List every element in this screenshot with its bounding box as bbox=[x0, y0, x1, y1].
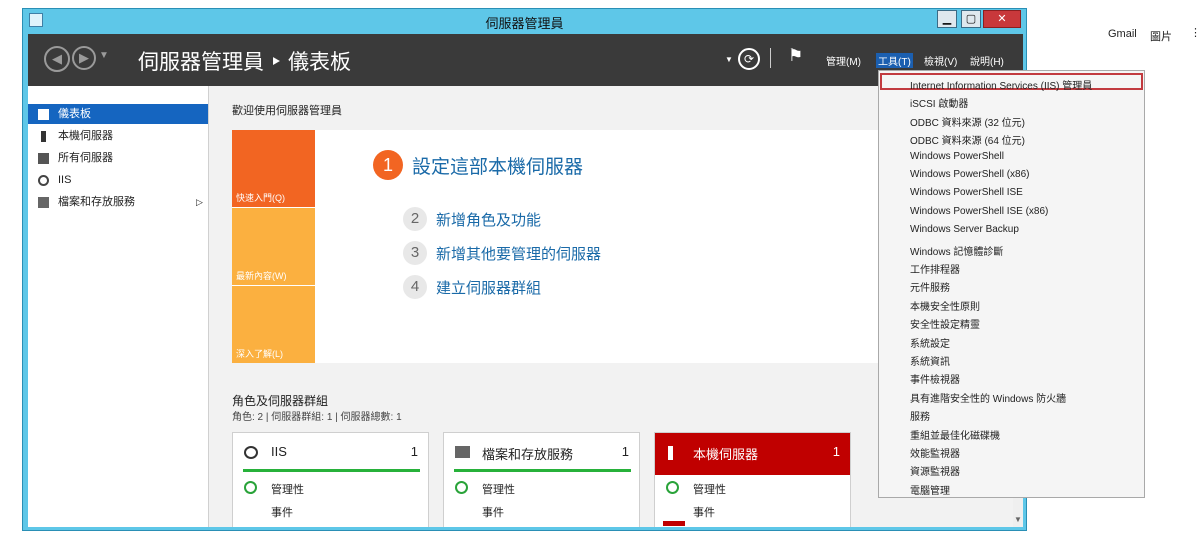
menu-help[interactable]: 說明(H) bbox=[970, 53, 1004, 68]
card-iis[interactable]: IIS 1 管理性 事件 bbox=[232, 432, 429, 527]
breadcrumb: 伺服器管理員 ‣ 儀表板 bbox=[138, 51, 352, 74]
welcome-heading: 歡迎使用伺服器管理員 bbox=[232, 105, 342, 117]
roles-heading: 角色及伺服器群組 bbox=[232, 394, 329, 408]
menu-view[interactable]: 檢視(V) bbox=[924, 53, 957, 68]
tools-dropdown-menu: Internet Information Services (IIS) 管理員 i… bbox=[878, 70, 1145, 498]
tools-menu-item[interactable]: Windows PowerShell (x86) bbox=[910, 169, 1030, 180]
step-create-group[interactable]: 建立伺服器群組 bbox=[436, 277, 541, 298]
step-number: 2 bbox=[403, 207, 427, 231]
minimize-button[interactable]: ▁ bbox=[937, 10, 957, 28]
back-icon[interactable]: ◀ bbox=[44, 46, 70, 72]
iis-icon bbox=[38, 175, 49, 186]
tools-menu-item[interactable]: 元件服務 bbox=[910, 279, 950, 294]
apps-grid-icon[interactable]: ⋮ bbox=[1190, 26, 1200, 40]
tools-menu-item[interactable]: 電腦管理 bbox=[910, 482, 950, 497]
tools-menu-item[interactable]: 事件檢視器 bbox=[910, 371, 960, 386]
tools-menu-item[interactable]: 本機安全性原則 bbox=[910, 298, 980, 313]
tools-menu-item[interactable]: ODBC 資料來源 (64 位元) bbox=[910, 132, 1025, 147]
iis-icon bbox=[244, 446, 258, 459]
servers-icon bbox=[38, 153, 49, 164]
notification-flag-icon[interactable]: ⚑ bbox=[788, 46, 803, 66]
menu-tools[interactable]: 工具(T) bbox=[876, 53, 913, 68]
tile-quick-start[interactable]: 快速入門(Q) bbox=[232, 130, 315, 207]
tools-menu-item[interactable]: 安全性設定精靈 bbox=[910, 316, 980, 331]
file-storage-icon bbox=[38, 197, 49, 208]
history-dropdown-icon[interactable]: ▼ bbox=[99, 50, 109, 61]
header-bar: ◀ ▶ ▼ 伺服器管理員 ‣ 儀表板 ▼ ⟳ ⚑ 管理(M) 工具(T) 檢視(… bbox=[28, 34, 1023, 86]
step-number: 1 bbox=[373, 150, 403, 180]
tools-menu-item[interactable]: iSCSI 啟動器 bbox=[910, 95, 968, 110]
tools-menu-item[interactable]: 工作排程器 bbox=[910, 261, 960, 276]
menu-manage[interactable]: 管理(M) bbox=[826, 53, 861, 68]
server-icon bbox=[41, 131, 46, 142]
scroll-down-icon[interactable]: ▼ bbox=[1013, 515, 1023, 527]
sidebar-item-dashboard[interactable]: 儀表板 bbox=[28, 104, 208, 124]
sidebar-item-iis[interactable]: IIS bbox=[28, 170, 208, 190]
tools-menu-item[interactable]: Internet Information Services (IIS) 管理員 bbox=[910, 77, 1092, 92]
sidebar-item-file-storage[interactable]: 檔案和存放服務 ▷ bbox=[28, 192, 208, 212]
sidebar-item-local-server[interactable]: 本機伺服器 bbox=[28, 126, 208, 146]
tools-menu-item[interactable]: Windows 記憶體診斷 bbox=[910, 243, 1003, 258]
forward-icon[interactable]: ▶ bbox=[72, 46, 96, 70]
close-button[interactable]: ✕ bbox=[983, 10, 1021, 28]
dashboard-icon bbox=[38, 109, 49, 120]
maximize-button[interactable]: ▢ bbox=[961, 10, 981, 28]
server-manager-window: 伺服器管理員 ▁ ▢ ✕ ◀ ▶ ▼ 伺服器管理員 ‣ 儀表板 ▼ ⟳ ⚑ 管理… bbox=[22, 8, 1027, 531]
sidebar: 儀表板 本機伺服器 所有伺服器 IIS 檔案和存放服務 ▷ bbox=[28, 86, 209, 527]
sidebar-item-all-servers[interactable]: 所有伺服器 bbox=[28, 148, 208, 168]
card-local-server[interactable]: 本機伺服器 1 管理性 事件 bbox=[654, 432, 851, 527]
server-icon bbox=[668, 446, 673, 460]
step-add-servers[interactable]: 新增其他要管理的伺服器 bbox=[436, 243, 601, 264]
step-number: 3 bbox=[403, 241, 427, 265]
gmail-link[interactable]: Gmail bbox=[1108, 28, 1137, 40]
step-number: 4 bbox=[403, 275, 427, 299]
step-add-roles[interactable]: 新增角色及功能 bbox=[436, 209, 541, 230]
tools-menu-item[interactable]: 重組並最佳化磁碟機 bbox=[910, 427, 1000, 442]
tile-whats-new[interactable]: 最新內容(W) bbox=[232, 208, 315, 285]
divider bbox=[770, 48, 771, 68]
expand-arrow-icon[interactable]: ▷ bbox=[196, 192, 203, 212]
roles-summary: 角色: 2 | 伺服器群組: 1 | 伺服器總數: 1 bbox=[232, 412, 402, 423]
window-body: ◀ ▶ ▼ 伺服器管理員 ‣ 儀表板 ▼ ⟳ ⚑ 管理(M) 工具(T) 檢視(… bbox=[28, 34, 1023, 527]
tools-menu-item[interactable]: 系統設定 bbox=[910, 335, 950, 350]
ok-status-icon bbox=[455, 481, 468, 494]
tools-menu-item[interactable]: Windows PowerShell bbox=[910, 151, 1004, 162]
tools-menu-item[interactable]: Windows Server Backup bbox=[910, 224, 1019, 235]
tools-menu-item[interactable]: Windows PowerShell ISE (x86) bbox=[910, 206, 1048, 217]
tools-menu-item[interactable]: 服務 bbox=[910, 408, 930, 423]
dropdown-icon[interactable]: ▼ bbox=[725, 55, 733, 64]
card-file-storage[interactable]: 檔案和存放服務 1 管理性 事件 bbox=[443, 432, 640, 527]
status-bar bbox=[243, 469, 420, 472]
file-storage-icon bbox=[455, 446, 470, 458]
ok-status-icon bbox=[666, 481, 679, 494]
images-link[interactable]: 圖片 bbox=[1150, 28, 1172, 44]
status-bar bbox=[454, 469, 631, 472]
tools-menu-item[interactable]: ODBC 資料來源 (32 位元) bbox=[910, 114, 1025, 129]
step-configure-local-server[interactable]: 設定這部本機伺服器 bbox=[412, 152, 583, 179]
window-title: 伺服器管理員 bbox=[485, 16, 564, 31]
tools-menu-item[interactable]: 系統資訊 bbox=[910, 353, 950, 368]
title-bar: 伺服器管理員 ▁ ▢ ✕ bbox=[23, 9, 1026, 33]
tools-menu-item[interactable]: 具有進階安全性的 Windows 防火牆 bbox=[910, 390, 1066, 405]
tools-menu-item[interactable]: 效能監視器 bbox=[910, 445, 960, 460]
tools-menu-item[interactable]: 資源監視器 bbox=[910, 463, 960, 478]
status-bar bbox=[663, 521, 685, 526]
tools-menu-item[interactable]: Windows PowerShell ISE bbox=[910, 187, 1023, 198]
tile-learn-more[interactable]: 深入了解(L) bbox=[232, 286, 315, 363]
refresh-icon[interactable]: ⟳ bbox=[738, 48, 760, 70]
ok-status-icon bbox=[244, 481, 257, 494]
